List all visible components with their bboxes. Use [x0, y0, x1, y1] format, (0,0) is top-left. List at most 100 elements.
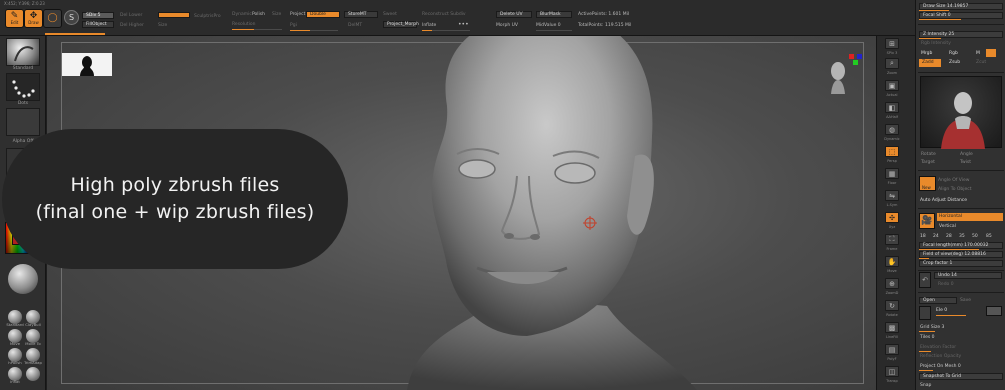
camera-preview[interactable]: [920, 76, 1002, 149]
mrgb-toggle[interactable]: [158, 12, 190, 18]
align-to-object-button[interactable]: Align To Object: [938, 187, 972, 192]
new-camera-button[interactable]: New: [919, 176, 936, 191]
open-button[interactable]: Open: [919, 297, 957, 304]
fill-object-button[interactable]: FillObject: [82, 21, 114, 28]
rgb-intensity-slider[interactable]: Rgb Intensity: [921, 41, 951, 46]
mrgb-button[interactable]: Mrgb: [921, 51, 932, 56]
alpha-selector[interactable]: [6, 108, 40, 136]
persp-button[interactable]: ⬚: [885, 146, 899, 157]
store-mt-button[interactable]: StoreMT: [344, 11, 378, 18]
m-button[interactable]: M: [976, 51, 980, 56]
blur-mask-button[interactable]: BlurMask: [536, 11, 572, 18]
save-button[interactable]: Save: [960, 298, 971, 303]
draw-size-slider[interactable]: Draw Size 14.19857: [919, 3, 1003, 10]
focal-preset-24[interactable]: 24: [933, 234, 939, 239]
undo-history-icon[interactable]: ↶: [919, 272, 931, 288]
double-toggle[interactable]: Double: [306, 11, 340, 18]
rotate-label-right: Rotate: [921, 152, 936, 157]
mid-value-track[interactable]: [536, 30, 572, 31]
focal-preset-18[interactable]: 18: [920, 234, 926, 239]
floor-button[interactable]: ▦: [885, 168, 899, 179]
elevation-factor-fill: [919, 351, 931, 352]
axis-gizmo-icon[interactable]: [847, 52, 865, 66]
linefill-button[interactable]: ▩: [885, 322, 899, 333]
zoom-view-button[interactable]: ⊕: [885, 278, 899, 289]
del-higher-button[interactable]: Del Higher: [120, 23, 144, 28]
material-selector[interactable]: [8, 264, 38, 294]
lsym-label: L.Sym: [886, 203, 898, 207]
zadd-toggle[interactable]: Zadd: [919, 59, 941, 67]
sculptris-pro-button[interactable]: SculptrisPro: [194, 14, 221, 19]
stroke-selector[interactable]: [6, 73, 40, 101]
stepper-dots-icon[interactable]: •••: [458, 21, 469, 28]
morph-uv-button[interactable]: Morph UV: [496, 23, 518, 28]
edit-button[interactable]: ✎ Edit: [5, 9, 24, 28]
dynamic-button[interactable]: ◍: [885, 124, 899, 135]
focal-preset-35[interactable]: 35: [959, 234, 965, 239]
thumbnail-view[interactable]: [62, 53, 112, 76]
z-intensity-slider[interactable]: Z Intensity 25: [919, 31, 1003, 38]
resolution-slider[interactable]: Resolution: [232, 22, 256, 27]
del-mt-button[interactable]: DelMT: [348, 23, 362, 28]
grid-preview-icon[interactable]: [919, 306, 931, 320]
grid-size-slider[interactable]: Grid Size 3: [920, 325, 944, 330]
brush-shelf-label-3: Move To: [25, 341, 41, 346]
brush-shelf-label-2: Move: [9, 341, 21, 346]
rgb-button[interactable]: Rgb: [949, 51, 958, 56]
a-toggle[interactable]: [986, 49, 996, 57]
actual-button[interactable]: ▣: [885, 80, 899, 91]
angle-of-view-button[interactable]: Angle Of View: [938, 178, 969, 183]
xyz-button[interactable]: ✣: [885, 212, 899, 223]
transp-button[interactable]: ◫: [885, 366, 899, 377]
field-of-view-slider[interactable]: Field of view(deg) 12.08816: [919, 251, 1003, 258]
crop-factor-slider[interactable]: Crop factor 1: [919, 260, 1003, 267]
rotate-view-button[interactable]: ↻: [885, 300, 899, 311]
snap-button[interactable]: Snap: [920, 383, 931, 388]
zcut-button[interactable]: Zcut: [976, 60, 986, 65]
focal-preset-85[interactable]: 85: [986, 234, 992, 239]
polyf-icon: ▤: [888, 345, 896, 354]
brush-selector[interactable]: [6, 38, 40, 66]
project-morph-button[interactable]: Project_Morph: [383, 21, 419, 28]
move-tool-button[interactable]: ◯: [43, 9, 62, 28]
navigation-head-icon[interactable]: [827, 60, 849, 94]
horizontal-toggle[interactable]: Horizontal: [937, 213, 1003, 221]
sdiv-slider[interactable]: SDiv 5: [82, 12, 114, 19]
frame-button[interactable]: ⛶: [885, 234, 899, 245]
reconstruct-subdiv-button[interactable]: Reconstruct Subdiv: [422, 12, 466, 17]
auto-adjust-distance-button[interactable]: Auto Adjust Distance: [920, 198, 967, 203]
elevation-slider[interactable]: Ele 0: [936, 308, 947, 313]
elevation-factor-slider[interactable]: Elevation Factor: [920, 345, 956, 350]
focal-length-slider[interactable]: Focal length(mm) 170.00032: [919, 242, 1003, 249]
project-on-mesh-slider[interactable]: Project On Mesh 0: [920, 364, 961, 369]
reflection-opacity-slider[interactable]: Reflection Opacity: [920, 354, 961, 359]
scroll-button[interactable]: ⊞: [885, 38, 899, 49]
vertical-toggle[interactable]: Vertical: [939, 224, 956, 229]
draw-button[interactable]: ✥ Draw: [24, 9, 43, 28]
polish-toggle[interactable]: Polish: [252, 12, 265, 17]
polyf-button[interactable]: ▤: [885, 344, 899, 355]
brush-shelf-label-5: TrimAdap: [24, 360, 42, 365]
snapshot-to-grid-button[interactable]: Snapshot To Grid: [919, 373, 1003, 380]
size-toggle[interactable]: Size: [272, 12, 281, 17]
move-view-button[interactable]: ✋: [885, 256, 899, 267]
undo-button[interactable]: Undo 14: [934, 272, 1002, 279]
mid-value-slider[interactable]: MidValue 0: [536, 23, 561, 28]
focal-shift-slider[interactable]: Focal Shift 0: [919, 12, 1003, 19]
grid-toggle[interactable]: [986, 306, 1002, 316]
camera-icon[interactable]: 🎥: [919, 213, 935, 229]
redo-button[interactable]: Redo 0: [938, 282, 954, 287]
brush-pinch-icon[interactable]: [26, 367, 40, 381]
del-lower-button[interactable]: Del Lower: [120, 13, 142, 18]
aahalf-button[interactable]: ◧: [885, 102, 899, 113]
inflate-slider[interactable]: Inflate: [422, 23, 436, 28]
focal-preset-50[interactable]: 50: [972, 234, 978, 239]
lsym-button[interactable]: ⇋: [885, 190, 899, 201]
standard-brush-icon: [14, 46, 34, 62]
focal-preset-28[interactable]: 28: [946, 234, 952, 239]
tiles-slider[interactable]: Tiles 0: [920, 335, 935, 340]
sweet-button[interactable]: Sweet: [383, 12, 397, 17]
delete-uv-button[interactable]: Delete UV: [496, 11, 532, 18]
zsub-button[interactable]: Zsub: [949, 60, 960, 65]
spix-slider[interactable]: ⌕: [885, 58, 899, 69]
